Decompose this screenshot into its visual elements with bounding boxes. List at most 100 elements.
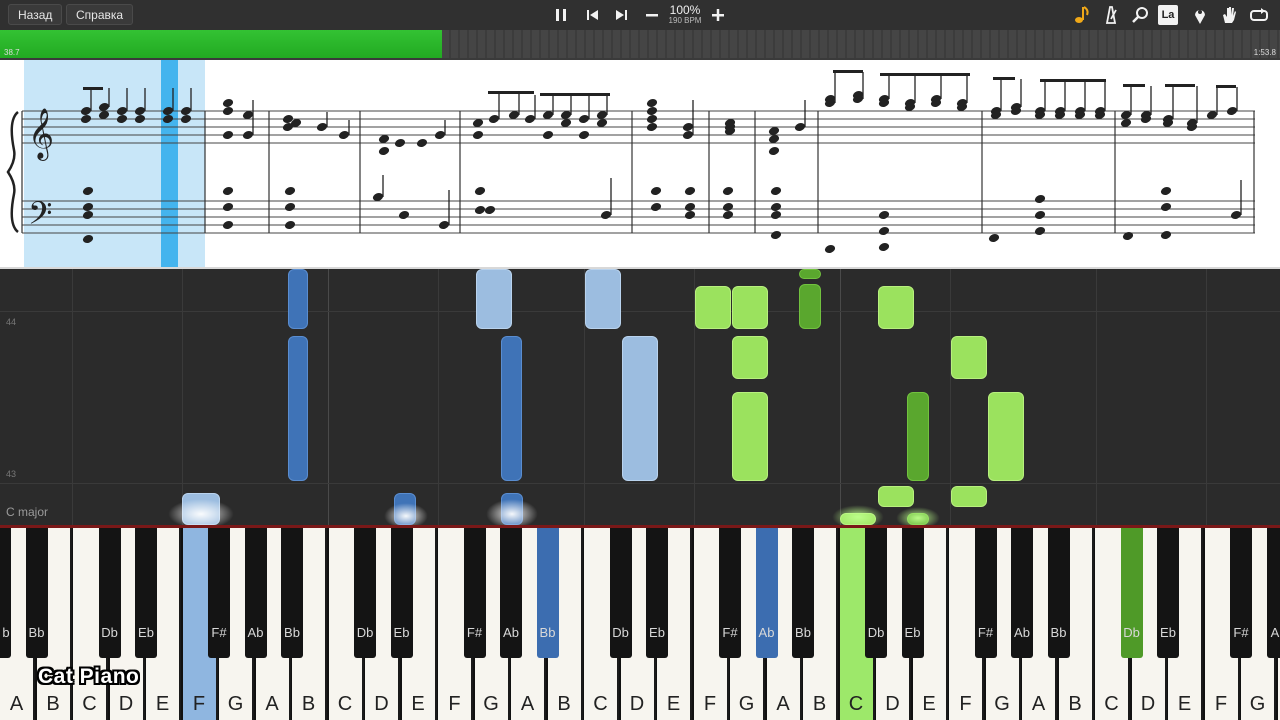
marker-icon[interactable]	[1188, 3, 1212, 27]
notehead	[1034, 211, 1046, 219]
black-key[interactable]: Db	[609, 528, 632, 658]
notehead	[284, 187, 296, 195]
falling-note	[732, 286, 768, 329]
treble-staff	[22, 110, 1255, 144]
falling-note	[951, 486, 987, 507]
white-key-label: E	[666, 693, 681, 715]
notehead	[650, 203, 662, 211]
black-key[interactable]: F#	[1230, 528, 1252, 658]
notehead	[770, 211, 782, 219]
black-key[interactable]: F#	[974, 528, 997, 658]
octave-gridline	[438, 269, 439, 525]
notehead	[1160, 231, 1172, 239]
black-key-label: Bb	[1050, 625, 1067, 640]
hand-icon[interactable]	[1217, 3, 1241, 27]
black-key[interactable]: A	[1269, 528, 1280, 658]
notehead	[222, 99, 234, 107]
total-time: 1:53.8	[1253, 48, 1276, 57]
falling-note	[988, 392, 1024, 481]
black-key-label: Ab	[247, 625, 264, 640]
notehead	[988, 234, 1000, 242]
skip-forward-icon[interactable]	[609, 3, 633, 27]
score-staff: 𝄞 𝄢	[6, 60, 1255, 267]
white-key-label: F	[1214, 693, 1228, 715]
notehead	[222, 221, 234, 229]
notehead	[578, 131, 590, 139]
black-key[interactable]: Db	[98, 528, 121, 658]
notehead	[316, 123, 328, 131]
progress-remaining	[442, 30, 1280, 58]
notehead	[474, 187, 486, 195]
black-key[interactable]: b	[0, 528, 11, 658]
black-key[interactable]: Bb	[25, 528, 48, 658]
black-key[interactable]: F#	[463, 528, 486, 658]
white-key-label: F	[192, 693, 206, 715]
black-key[interactable]: Ab	[1011, 528, 1033, 658]
white-key-label: E	[411, 693, 425, 715]
black-key[interactable]: Ab	[500, 528, 522, 658]
pause-icon[interactable]	[549, 3, 573, 27]
black-key[interactable]: Eb	[901, 528, 924, 658]
falling-note	[907, 392, 929, 481]
notehead	[472, 131, 484, 139]
c-gridline	[840, 269, 841, 525]
minus-icon[interactable]	[640, 3, 664, 27]
black-key[interactable]: Bb	[281, 528, 303, 658]
black-key[interactable]: Ab	[244, 528, 267, 658]
white-key-label: E	[922, 693, 936, 715]
black-key-label: Bb	[539, 625, 556, 640]
notehead	[416, 139, 428, 147]
white-key-label: G	[1249, 693, 1266, 715]
skip-back-icon[interactable]	[580, 3, 604, 27]
notehead	[722, 203, 734, 211]
white-key-label: G	[994, 693, 1010, 715]
black-key[interactable]: F#	[719, 528, 741, 658]
notehead	[684, 211, 696, 219]
white-key-label: D	[629, 693, 645, 715]
black-key[interactable]: F#	[208, 528, 230, 658]
black-key[interactable]: Eb	[646, 528, 668, 658]
black-key-label: Db	[356, 625, 374, 640]
top-toolbar: Назад Справка 100% 190 BPM La	[0, 0, 1280, 31]
notehead	[524, 115, 536, 123]
help-button[interactable]: Справка	[66, 4, 134, 25]
white-key-label: D	[374, 693, 389, 715]
black-key[interactable]: Db	[354, 528, 376, 658]
notehead	[1034, 195, 1046, 203]
black-key[interactable]: Db	[865, 528, 887, 658]
black-key[interactable]: Db	[1120, 528, 1143, 658]
white-key-label: A	[520, 693, 535, 715]
metronome-icon[interactable]	[1099, 3, 1123, 27]
notehead	[1034, 227, 1046, 235]
black-key-label: Eb	[649, 625, 665, 640]
black-key[interactable]: Eb	[135, 528, 157, 658]
falling-note	[501, 336, 522, 481]
black-key-label: F#	[211, 625, 227, 640]
plus-icon[interactable]	[706, 3, 730, 27]
black-key[interactable]: Eb	[390, 528, 413, 658]
notehead	[284, 221, 296, 229]
label-icon[interactable]: La	[1158, 5, 1178, 25]
black-key[interactable]: Bb	[536, 528, 559, 658]
back-button[interactable]: Назад	[8, 4, 63, 25]
notehead	[646, 115, 658, 123]
notehead	[770, 231, 782, 239]
song-progress-bar[interactable]: 38.7 1:53.8	[0, 30, 1280, 60]
note-icon[interactable]	[1070, 3, 1094, 27]
notehead	[1122, 232, 1134, 240]
notehead	[1160, 203, 1172, 211]
black-key[interactable]: Eb	[1157, 528, 1179, 658]
white-key-label: C	[1104, 693, 1119, 715]
black-key[interactable]: Ab	[755, 528, 778, 658]
notehead	[770, 203, 782, 211]
white-key-label: G	[227, 693, 244, 715]
black-key-label: Bb	[795, 625, 811, 640]
loop-icon[interactable]	[1247, 3, 1271, 27]
search-icon[interactable]	[1128, 3, 1152, 27]
measure-number: 43	[6, 469, 17, 479]
black-key[interactable]: Bb	[1047, 528, 1070, 658]
black-key[interactable]: Bb	[792, 528, 814, 658]
notehead	[1160, 187, 1172, 195]
notehead	[646, 99, 658, 107]
white-key-label: F	[448, 693, 461, 715]
